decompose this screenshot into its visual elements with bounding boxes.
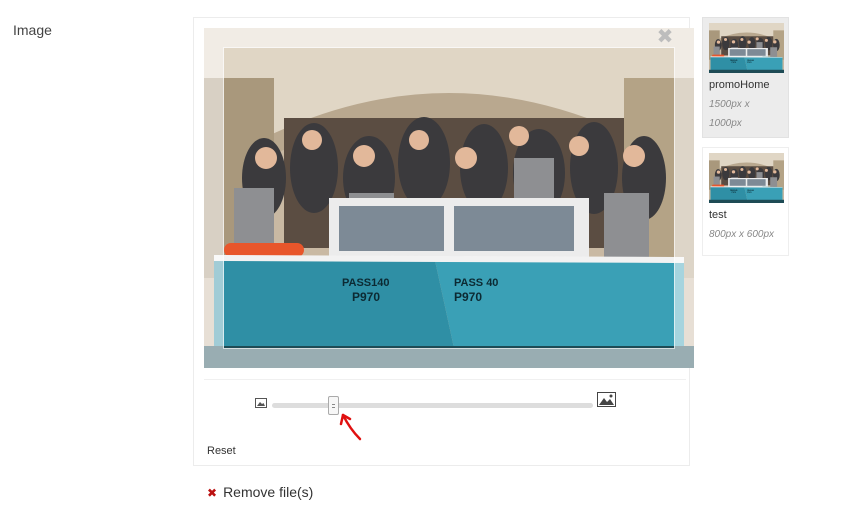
annotation-arrow-icon	[339, 413, 362, 441]
thumbnail-card-test[interactable]: test 800px x 600px	[702, 147, 789, 256]
crop-selection-box[interactable]	[223, 47, 675, 349]
remove-files-label: Remove file(s)	[223, 484, 314, 500]
thumbnail-dimensions: 800px x 600px	[709, 229, 775, 240]
crop-stage[interactable]	[204, 28, 694, 368]
image-large-icon[interactable]	[597, 392, 616, 407]
zoom-reset-link[interactable]: Reset	[207, 445, 236, 457]
close-icon: ✖	[656, 26, 674, 48]
close-cropper-button[interactable]: ✖	[652, 26, 678, 48]
field-label-image: Image	[13, 22, 52, 38]
thumbnail-name: promoHome	[709, 79, 770, 91]
image-small-icon[interactable]	[255, 398, 267, 408]
thumbnail-card-promohome[interactable]: promoHome 1500px x 1000px	[702, 17, 789, 138]
thumbnail-name: test	[709, 209, 727, 221]
remove-icon: ✖	[207, 486, 218, 500]
remove-files-button[interactable]: ✖ Remove file(s)	[207, 484, 313, 500]
thumbnail-dimensions: 1500px x 1000px	[709, 99, 750, 129]
zoom-slider-track[interactable]	[272, 403, 593, 408]
thumbnail-image	[709, 23, 784, 73]
thumbnail-image	[709, 153, 784, 203]
